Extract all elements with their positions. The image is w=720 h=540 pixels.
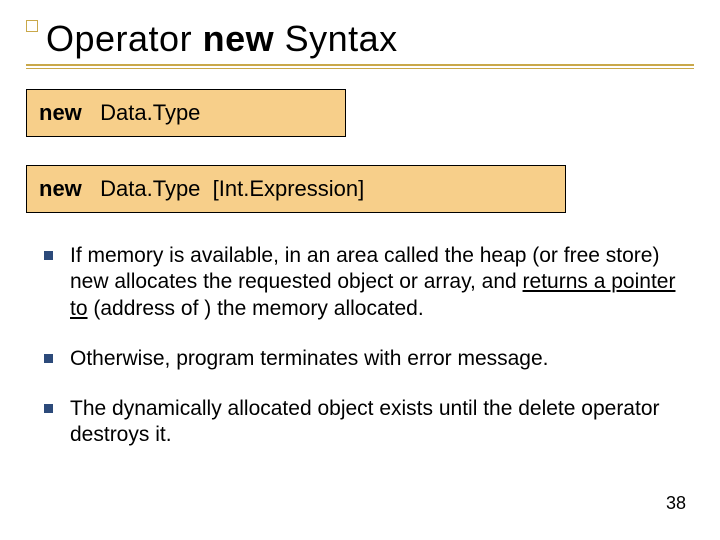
list-item: The dynamically allocated object exists … bbox=[40, 396, 694, 449]
bullet-1-post: (address of ) the memory allocated. bbox=[88, 297, 424, 320]
bullet-3: The dynamically allocated object exists … bbox=[70, 397, 660, 446]
syntax-box-2: new Data.Type [Int.Expression] bbox=[26, 165, 566, 213]
list-item: Otherwise, program terminates with error… bbox=[40, 346, 694, 372]
slide-title: Operator new Syntax bbox=[46, 18, 694, 60]
title-bold: new bbox=[203, 18, 275, 59]
title-rule-thin bbox=[26, 68, 694, 69]
bullet-2: Otherwise, program terminates with error… bbox=[70, 347, 549, 370]
syntax-keyword-1: new bbox=[39, 100, 82, 125]
title-rule bbox=[26, 64, 694, 69]
syntax-box-1: new Data.Type bbox=[26, 89, 346, 137]
syntax-keyword-2: new bbox=[39, 176, 82, 201]
bullet-list: If memory is available, in an area calle… bbox=[40, 243, 694, 449]
title-rule-thick bbox=[26, 64, 694, 66]
title-accent-square bbox=[26, 20, 38, 32]
title-pre: Operator bbox=[46, 18, 203, 59]
slide: Operator new Syntax new Data.Type new Da… bbox=[0, 0, 720, 540]
list-item: If memory is available, in an area calle… bbox=[40, 243, 694, 322]
syntax-rest-1: Data.Type bbox=[82, 100, 201, 125]
page-number: 38 bbox=[666, 493, 686, 514]
title-post: Syntax bbox=[274, 18, 398, 59]
syntax-rest-2: Data.Type [Int.Expression] bbox=[82, 176, 364, 201]
